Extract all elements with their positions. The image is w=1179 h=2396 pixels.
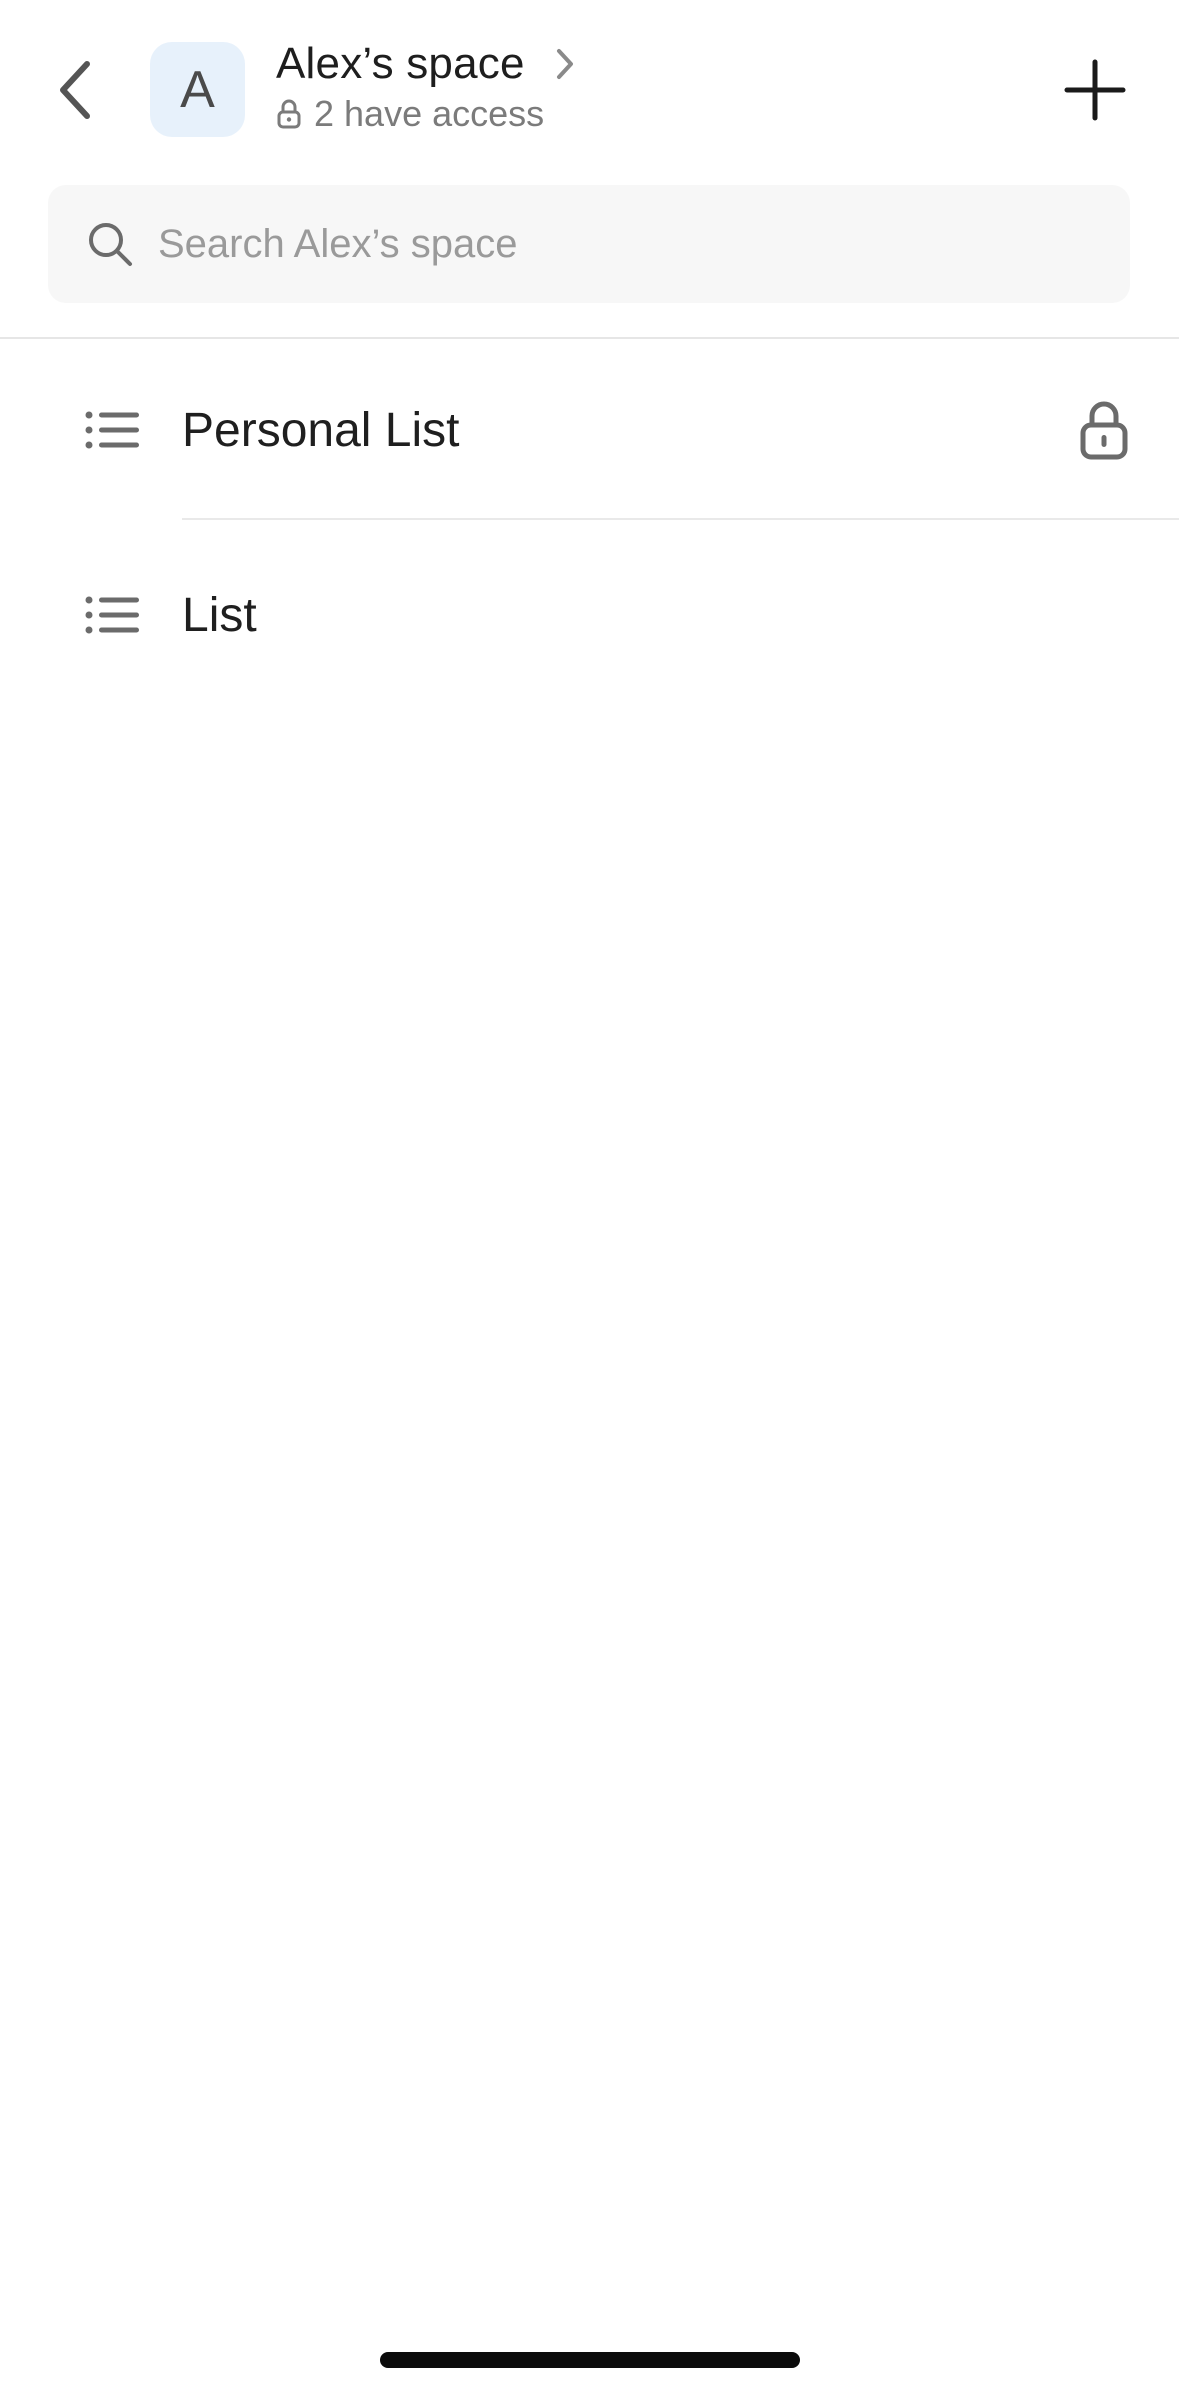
access-info[interactable]: 2 have access [276,92,544,136]
list-icon [84,402,140,458]
search-bar[interactable] [48,185,1130,303]
space-avatar[interactable]: A [150,42,245,137]
add-button[interactable] [1050,45,1140,135]
list-icon [84,587,140,643]
lock-icon [277,99,301,129]
space-title-button[interactable]: Alex’s space [276,34,575,94]
list-item-label: Personal List [182,403,460,457]
search-input[interactable] [156,220,1060,268]
list-item-label: List [182,588,257,642]
back-button[interactable] [40,45,110,135]
avatar-letter: A [180,60,215,119]
top-header: A Alex’s space 2 have access [0,0,1179,303]
space-title: Alex’s space [276,39,525,88]
row-divider [182,518,1179,520]
search-icon [84,218,136,270]
chevron-left-icon [60,61,90,119]
header-divider [0,337,1179,339]
list-item-personal-list[interactable]: Personal List [0,340,1179,520]
lock-icon [1074,395,1134,465]
list-item-list[interactable]: List [0,525,1179,705]
home-indicator[interactable] [380,2352,800,2368]
plus-icon [1064,59,1126,121]
chevron-right-icon [555,47,575,81]
access-count-text: 2 have access [314,93,545,134]
